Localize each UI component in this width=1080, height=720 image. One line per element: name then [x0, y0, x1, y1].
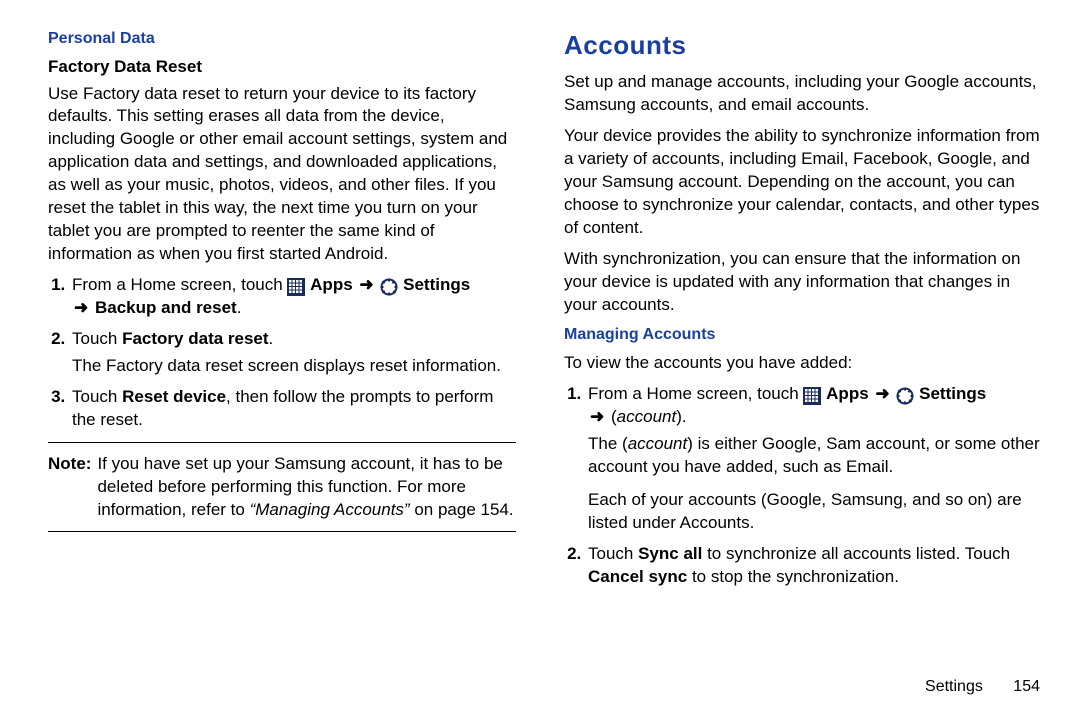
- managing-accounts-steps: From a Home screen, touch Apps ➜: [586, 383, 1040, 589]
- note-label: Note:: [48, 453, 91, 522]
- cancel-sync-label: Cancel sync: [588, 567, 687, 586]
- arrow-icon: ➜: [357, 275, 375, 294]
- accounts-p2: Your device provides the ability to sync…: [564, 125, 1040, 240]
- ma-step-2: Touch Sync all to synchronize all accoun…: [586, 543, 1040, 589]
- gear-icon: [896, 386, 914, 404]
- divider: [48, 442, 516, 443]
- accounts-p1: Set up and manage accounts, including yo…: [564, 71, 1040, 117]
- step3-text-a: Touch: [72, 387, 122, 406]
- step-1: From a Home screen, touch Apps ➜: [70, 274, 516, 320]
- arrow-icon: ➜: [873, 384, 891, 403]
- paren-close: ).: [676, 407, 686, 426]
- ma-step-1: From a Home screen, touch Apps ➜: [586, 383, 1040, 535]
- note-text-b: on page 154.: [410, 500, 514, 519]
- sub1-a: The (: [588, 434, 628, 453]
- step2-text: Touch: [72, 329, 122, 348]
- apps-label: Apps: [310, 275, 353, 294]
- ma-step1-text: From a Home screen, touch: [588, 384, 803, 403]
- s2-mid: to synchronize all accounts listed. Touc…: [702, 544, 1010, 563]
- factory-data-reset-label: Factory data reset: [122, 329, 268, 348]
- note-block: Note: If you have set up your Samsung ac…: [48, 453, 516, 522]
- apps-label: Apps: [826, 384, 869, 403]
- footer-page-number: 154: [1013, 676, 1040, 698]
- footer-section: Settings: [925, 678, 983, 695]
- divider: [48, 531, 516, 532]
- account-italic: account: [628, 434, 688, 453]
- intro-paragraph: Use Factory data reset to return your de…: [48, 83, 516, 267]
- period: .: [269, 329, 274, 348]
- settings-label: Settings: [919, 384, 986, 403]
- step-3: Touch Reset device, then follow the prom…: [70, 386, 516, 432]
- ma-step1-sub1: The (account) is either Google, Sam acco…: [588, 433, 1040, 479]
- apps-grid-icon: [803, 386, 821, 404]
- arrow-icon: ➜: [588, 407, 606, 426]
- gear-icon: [380, 277, 398, 295]
- page-footer: Settings 154: [925, 676, 1040, 698]
- left-column: Personal Data Factory Data Reset Use Fac…: [0, 0, 540, 720]
- section-heading-personal-data: Personal Data: [48, 28, 516, 50]
- settings-label: Settings: [403, 275, 470, 294]
- step2-sub: The Factory data reset screen displays r…: [72, 355, 516, 378]
- account-italic: account: [617, 407, 677, 426]
- period: .: [237, 298, 242, 317]
- s2-end: to stop the synchronization.: [687, 567, 899, 586]
- backup-and-reset-label: Backup and reset: [95, 298, 237, 317]
- note-ref: “Managing Accounts”: [250, 500, 410, 519]
- page: Personal Data Factory Data Reset Use Fac…: [0, 0, 1080, 720]
- apps-grid-icon: [287, 277, 305, 295]
- step1-text: From a Home screen, touch: [72, 275, 287, 294]
- ma-step1-sub2: Each of your accounts (Google, Samsung, …: [588, 489, 1040, 535]
- sync-all-label: Sync all: [638, 544, 702, 563]
- heading-accounts: Accounts: [564, 28, 1040, 63]
- factory-reset-steps: From a Home screen, touch Apps ➜: [70, 274, 516, 432]
- reset-device-label: Reset device: [122, 387, 226, 406]
- note-body: If you have set up your Samsung account,…: [97, 453, 516, 522]
- right-column: Accounts Set up and manage accounts, inc…: [540, 0, 1080, 720]
- accounts-p3: With synchronization, you can ensure tha…: [564, 248, 1040, 317]
- section-heading-managing-accounts: Managing Accounts: [564, 324, 1040, 346]
- step-2: Touch Factory data reset. The Factory da…: [70, 328, 516, 378]
- managing-lead: To view the accounts you have added:: [564, 352, 1040, 375]
- s2-a: Touch: [588, 544, 638, 563]
- arrow-icon: ➜: [72, 298, 90, 317]
- heading-factory-data-reset: Factory Data Reset: [48, 56, 516, 79]
